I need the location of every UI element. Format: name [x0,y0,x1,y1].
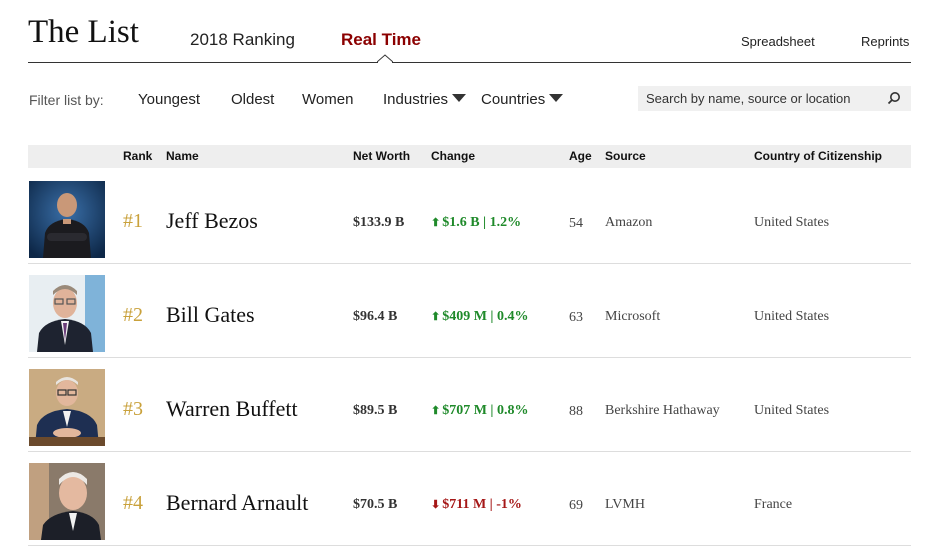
country: United States [754,215,830,230]
net-worth: $70.5 B [353,497,398,512]
change-value: ⬇ $711 M | -1% [431,497,522,513]
tab-2018-ranking[interactable]: 2018 Ranking [190,30,295,50]
caret-down-icon [452,94,467,102]
filter-countries-label: Countries [481,91,546,108]
avatar [29,369,105,446]
country: France [754,497,793,512]
rank: #1 [123,210,143,232]
change-text: $711 M | -1% [442,497,522,512]
age: 88 [569,404,583,419]
filter-youngest[interactable]: Youngest [138,91,200,108]
change-text: $1.6 B | 1.2% [442,215,522,230]
filter-oldest[interactable]: Oldest [231,91,274,108]
country: United States [754,309,830,324]
search-input[interactable] [646,89,876,108]
reprints-link[interactable]: Reprints [861,34,909,49]
rank: #2 [123,304,143,326]
person-name[interactable]: Bill Gates [166,302,255,328]
column-rank[interactable]: Rank [123,149,152,163]
avatar [29,275,105,352]
rank: #4 [123,492,143,514]
filter-label: Filter list by: [29,92,104,108]
net-worth: $89.5 B [353,403,398,418]
filter-countries-dropdown[interactable]: Countries [481,91,564,108]
table-row[interactable]: #3 Warren Buffett $89.5 B ⬆ $707 M | 0.8%… [28,357,911,452]
column-country[interactable]: Country of Citizenship [754,149,882,163]
column-source[interactable]: Source [605,149,646,163]
tab-real-time[interactable]: Real Time [341,30,421,50]
table-header: Rank Name Net Worth Change Age Source Co… [28,145,911,168]
source: LVMH [605,497,645,512]
avatar [29,181,105,258]
person-name[interactable]: Jeff Bezos [166,208,258,234]
net-worth: $96.4 B [353,309,398,324]
page-title: The List [28,14,139,50]
table-row[interactable]: #1 Jeff Bezos $133.9 B ⬆ $1.6 B | 1.2% 54… [28,169,911,264]
column-change[interactable]: Change [431,149,475,163]
header-divider [28,62,911,63]
source: Microsoft [605,309,661,324]
avatar [29,463,105,540]
source: Amazon [605,215,653,230]
search-box [638,86,911,111]
change-value: ⬆ $409 M | 0.4% [431,309,529,325]
change-text: $707 M | 0.8% [442,403,529,418]
table-row[interactable]: #2 Bill Gates $96.4 B ⬆ $409 M | 0.4% 63 … [28,263,911,358]
source: Berkshire Hathaway [605,403,720,418]
table-row[interactable]: #4 Bernard Arnault $70.5 B ⬇ $711 M | -1%… [28,451,911,546]
column-net-worth[interactable]: Net Worth [353,149,410,163]
caret-down-icon [549,94,564,102]
arrow-up-icon: ⬆ [431,217,441,229]
age: 54 [569,216,583,231]
person-name[interactable]: Bernard Arnault [166,490,308,516]
spreadsheet-link[interactable]: Spreadsheet [741,34,815,49]
column-name[interactable]: Name [166,149,199,163]
net-worth: $133.9 B [353,215,405,230]
arrow-up-icon: ⬆ [431,405,441,417]
column-age[interactable]: Age [569,149,592,163]
filter-industries-dropdown[interactable]: Industries [383,91,467,108]
country: United States [754,403,830,418]
change-text: $409 M | 0.4% [442,309,529,324]
age: 69 [569,498,583,513]
change-value: ⬆ $1.6 B | 1.2% [431,215,521,231]
search-icon[interactable] [887,91,901,110]
arrow-up-icon: ⬆ [431,311,441,323]
age: 63 [569,310,583,325]
filter-industries-label: Industries [383,91,449,108]
change-value: ⬆ $707 M | 0.8% [431,403,529,419]
person-name[interactable]: Warren Buffett [166,396,298,422]
arrow-down-icon: ⬇ [431,499,441,511]
filter-women[interactable]: Women [302,91,353,108]
rank: #3 [123,398,143,420]
